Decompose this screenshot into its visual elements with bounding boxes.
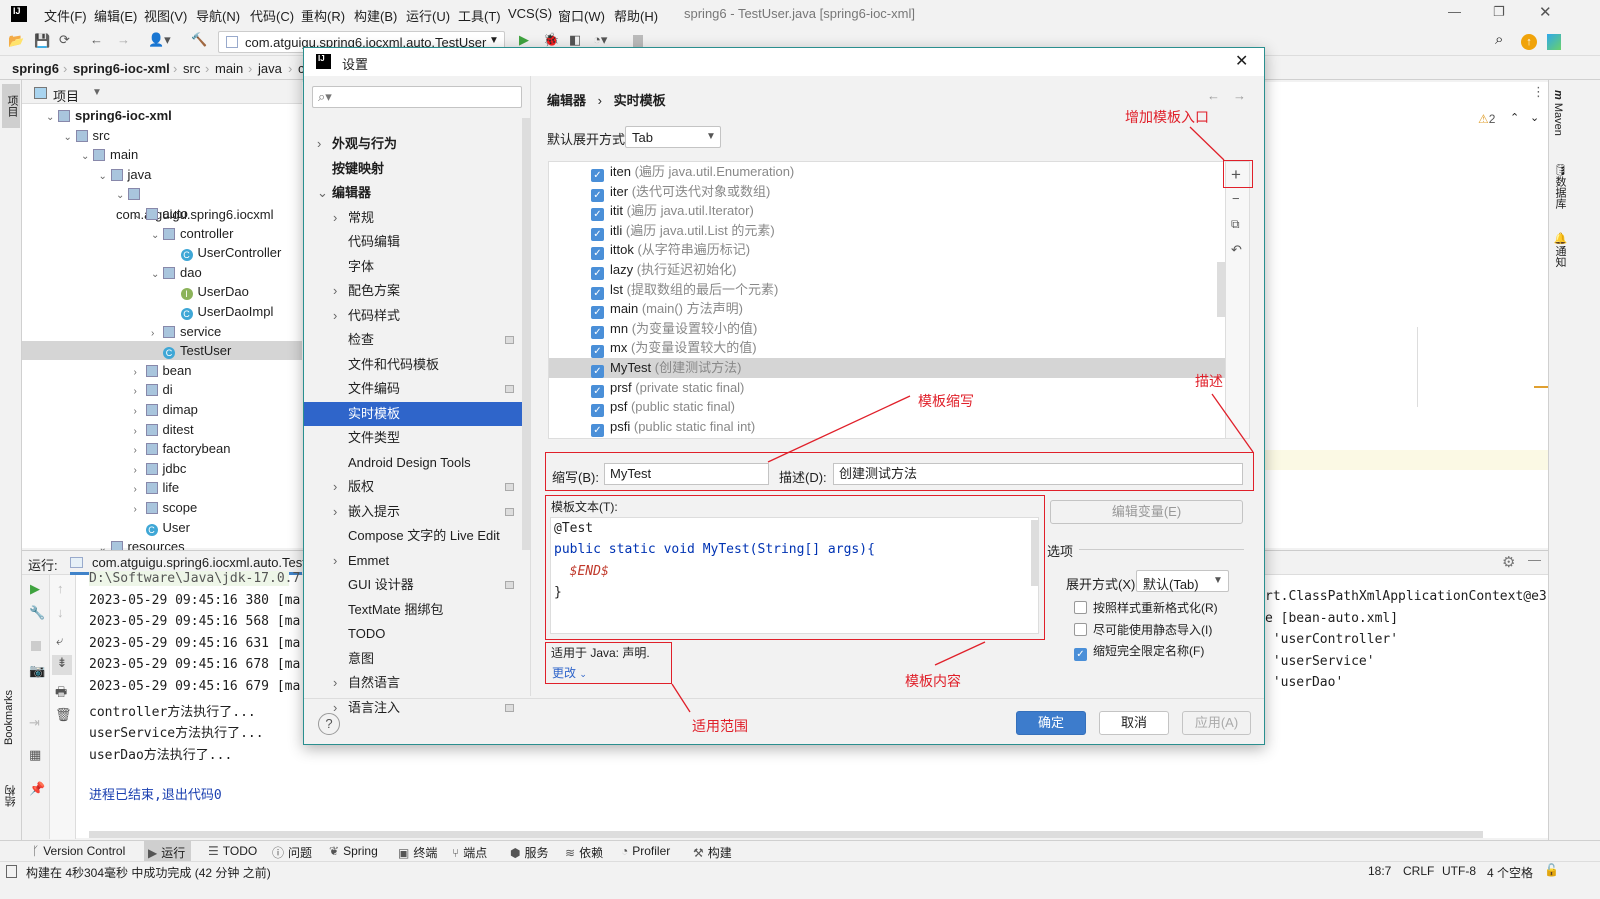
- annotation-scope: 适用范围: [692, 718, 748, 734]
- annotation-arrows: [671, 126, 1254, 713]
- annotation-description: 描述: [1195, 373, 1223, 389]
- arrow-add: [1189, 126, 1225, 161]
- annotation-add-entry: 增加模板入口: [1125, 109, 1209, 125]
- arrow-scope: [671, 683, 691, 713]
- annotation-abbreviation: 模板缩写: [918, 393, 974, 409]
- annotation-content: 模板内容: [905, 673, 961, 689]
- arrow-content: [934, 641, 986, 666]
- arrow-desc: [1211, 393, 1254, 453]
- arrow-abbr: [767, 395, 911, 463]
